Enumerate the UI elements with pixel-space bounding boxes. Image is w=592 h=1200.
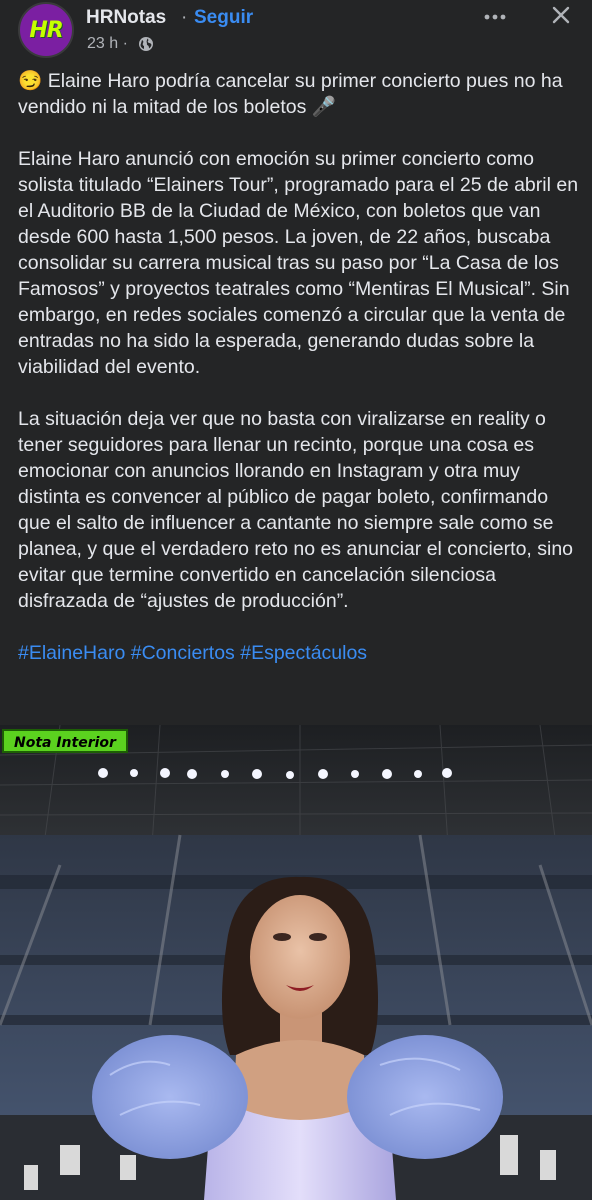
hashtag-link[interactable]: #Conciertos	[131, 642, 235, 664]
post-timestamp[interactable]: 23 h ·	[87, 35, 128, 53]
post-paragraph-1: Elaine Haro anunció con emoción su prime…	[18, 148, 579, 378]
avatar-logo-text: HR	[29, 17, 63, 43]
page-name-link[interactable]: HRNotas	[86, 7, 166, 29]
follow-button[interactable]: Seguir	[194, 7, 253, 29]
hashtag-link[interactable]: #ElaineHaro	[18, 642, 125, 664]
page-avatar[interactable]: HR	[18, 2, 74, 58]
post-header: HR HRNotas · Seguir 23 h ·	[0, 0, 592, 66]
globe-icon	[139, 37, 153, 51]
separator-dot: ·	[181, 7, 188, 28]
more-icon[interactable]	[484, 10, 506, 24]
post-headline: 😏 Elaine Haro podría cancelar su primer …	[18, 70, 563, 118]
close-icon[interactable]	[551, 5, 571, 25]
hashtag-link[interactable]: #Espectáculos	[240, 642, 367, 664]
concert-photo	[0, 725, 592, 1200]
post-paragraph-2: La situación deja ver que no basta con v…	[18, 408, 574, 612]
post-photo[interactable]: Nota Interior	[0, 725, 592, 1200]
nota-interior-badge: Nota Interior	[2, 729, 128, 753]
post-body: 😏 Elaine Haro podría cancelar su primer …	[18, 68, 584, 692]
hashtag-list: #ElaineHaro #Conciertos #Espectáculos	[18, 640, 584, 666]
